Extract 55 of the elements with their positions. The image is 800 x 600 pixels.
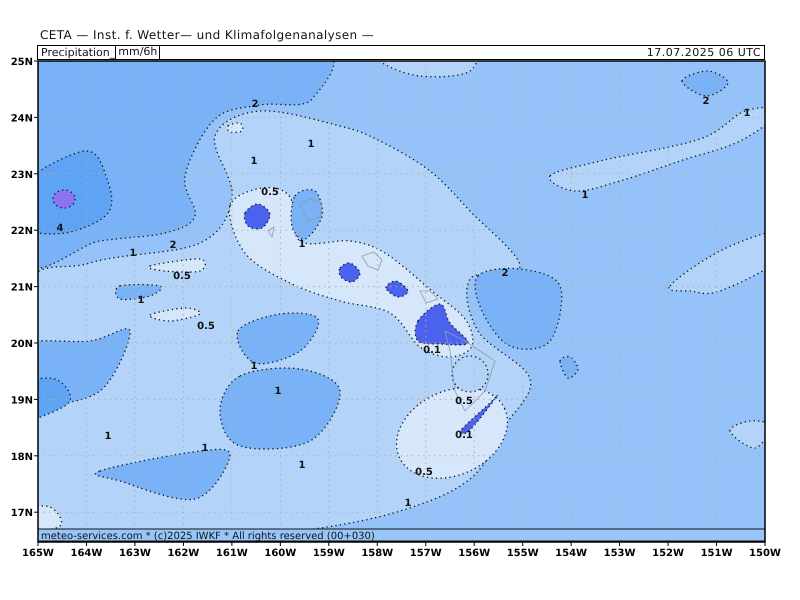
- longitude-label: 161W: [216, 548, 248, 559]
- latitude-label: 18N: [10, 452, 33, 463]
- contour-label: 1: [404, 498, 412, 509]
- longitude-label: 155W: [506, 548, 539, 559]
- contour-label: 1: [130, 248, 136, 259]
- longitude-label: 156W: [458, 548, 490, 559]
- contour-label: 1: [250, 156, 258, 167]
- contour-label: 1: [250, 361, 258, 372]
- contour-label: 1: [138, 295, 144, 306]
- longitude-label: 151W: [700, 548, 732, 559]
- latitude-label: 20N: [10, 339, 33, 350]
- contour-label: 0.1: [423, 345, 441, 356]
- longitude-label: 163W: [118, 548, 151, 559]
- longitude-label: 162W: [167, 548, 200, 559]
- longitude-label: 164W: [70, 548, 102, 559]
- contour-label: 2: [170, 240, 176, 251]
- latitude-label: 19N: [10, 395, 33, 406]
- contour-label: 1: [274, 386, 282, 397]
- longitude-label: 152W: [652, 548, 684, 559]
- longitude-label: 160W: [264, 548, 296, 559]
- longitude-label: 154W: [555, 548, 588, 559]
- longitude-label: 159W: [312, 548, 345, 559]
- latitude-label: 21N: [10, 282, 33, 294]
- contour-label: 0.5: [173, 271, 191, 282]
- contour-label: 1: [744, 108, 750, 119]
- copyright-text: meteo-services.com * (c)2025 IWKF * All rights reserved (00+030): [41, 531, 375, 542]
- longitude-label: 158W: [361, 548, 394, 559]
- contour-label: 4: [56, 223, 64, 234]
- longitude-label: 157W: [410, 548, 442, 559]
- latitude-label: 25N: [10, 57, 33, 68]
- contour-label: 2: [702, 96, 710, 107]
- contour-label: 2: [502, 268, 508, 279]
- chart-title: CETA — Inst. f. Wetter— und Klimafolgenanalysen —: [39, 27, 376, 44]
- contour-label: 0.5: [415, 467, 433, 478]
- longitude-label: 165W: [22, 548, 54, 559]
- contour-label: 0.5: [261, 187, 279, 198]
- contour-label: 0.1: [455, 430, 473, 441]
- contour-label: 1: [202, 443, 208, 454]
- contour-label: 2: [252, 99, 258, 110]
- latitude-label: 22N: [10, 226, 33, 238]
- latitude-label: 23N: [10, 170, 33, 181]
- unit-label: mm/6h: [115, 46, 160, 59]
- valid-time: 17.07.2025 06 UTC: [646, 46, 762, 58]
- contour-label: 0.5: [197, 321, 215, 332]
- longitude-label: 150W: [749, 548, 781, 559]
- latitude-label: 17N: [10, 508, 33, 520]
- longitude-label: 153W: [604, 548, 636, 559]
- contour-label: 1: [104, 431, 112, 442]
- contour-label: 1: [308, 139, 314, 150]
- contour-label: 1: [298, 460, 306, 471]
- contour-label: 0.5: [455, 396, 473, 407]
- variable-label: Precipitation_: [40, 46, 116, 58]
- contour-label: 1: [298, 239, 306, 250]
- latitude-label: 24N: [10, 113, 33, 124]
- contour-label: 1: [582, 190, 588, 201]
